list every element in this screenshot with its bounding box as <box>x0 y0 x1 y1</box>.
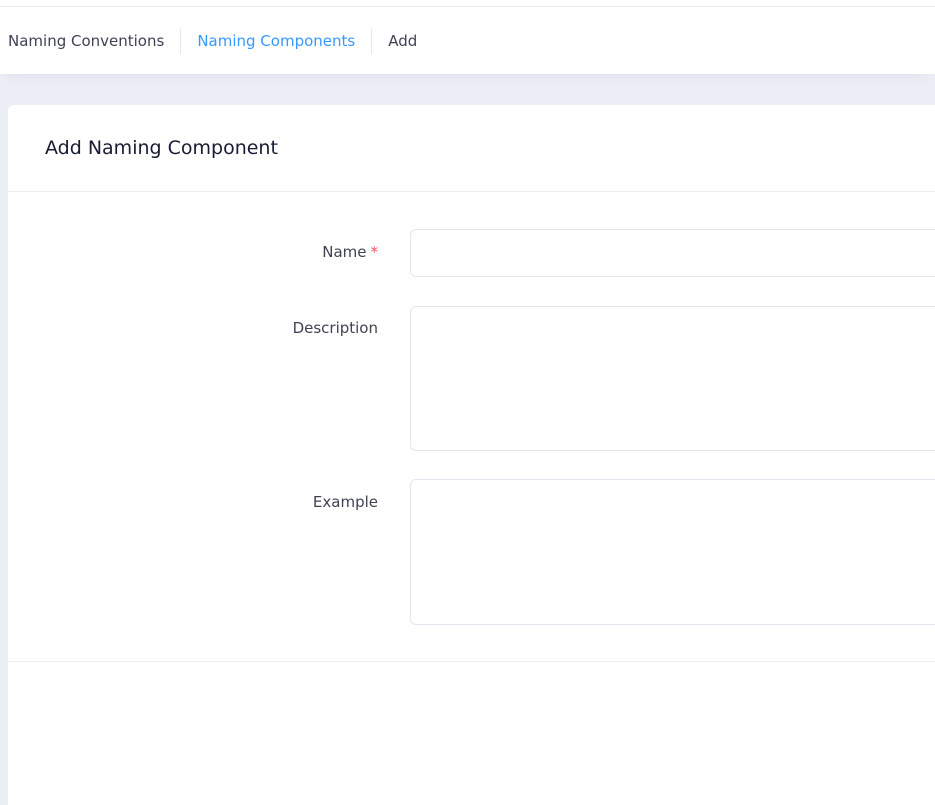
breadcrumb-naming-conventions[interactable]: Naming Conventions <box>8 32 164 50</box>
breadcrumb-add: Add <box>388 31 418 50</box>
subheader: Naming Conventions Naming Components Add <box>0 7 935 74</box>
breadcrumb-separator <box>180 27 182 54</box>
breadcrumb-naming-components[interactable]: Naming Components <box>197 32 355 50</box>
example-textarea[interactable] <box>410 479 935 625</box>
naming-component-form: Name * Description Example <box>8 192 935 662</box>
example-label: Example <box>312 493 378 511</box>
breadcrumb-separator <box>371 27 373 54</box>
top-bar <box>0 0 935 7</box>
card-title: Add Naming Component <box>45 137 278 159</box>
name-label-text: Name <box>322 243 367 261</box>
required-mark: * <box>370 243 379 261</box>
add-component-card: Add Naming Component Name * Description E… <box>8 105 935 805</box>
description-label: Description <box>292 319 378 337</box>
description-textarea[interactable] <box>410 306 935 451</box>
breadcrumb: Naming Conventions Naming Components Add <box>0 7 935 74</box>
card-header: Add Naming Component <box>8 105 935 192</box>
name-input[interactable] <box>410 229 935 277</box>
name-label: Name * <box>322 243 378 261</box>
